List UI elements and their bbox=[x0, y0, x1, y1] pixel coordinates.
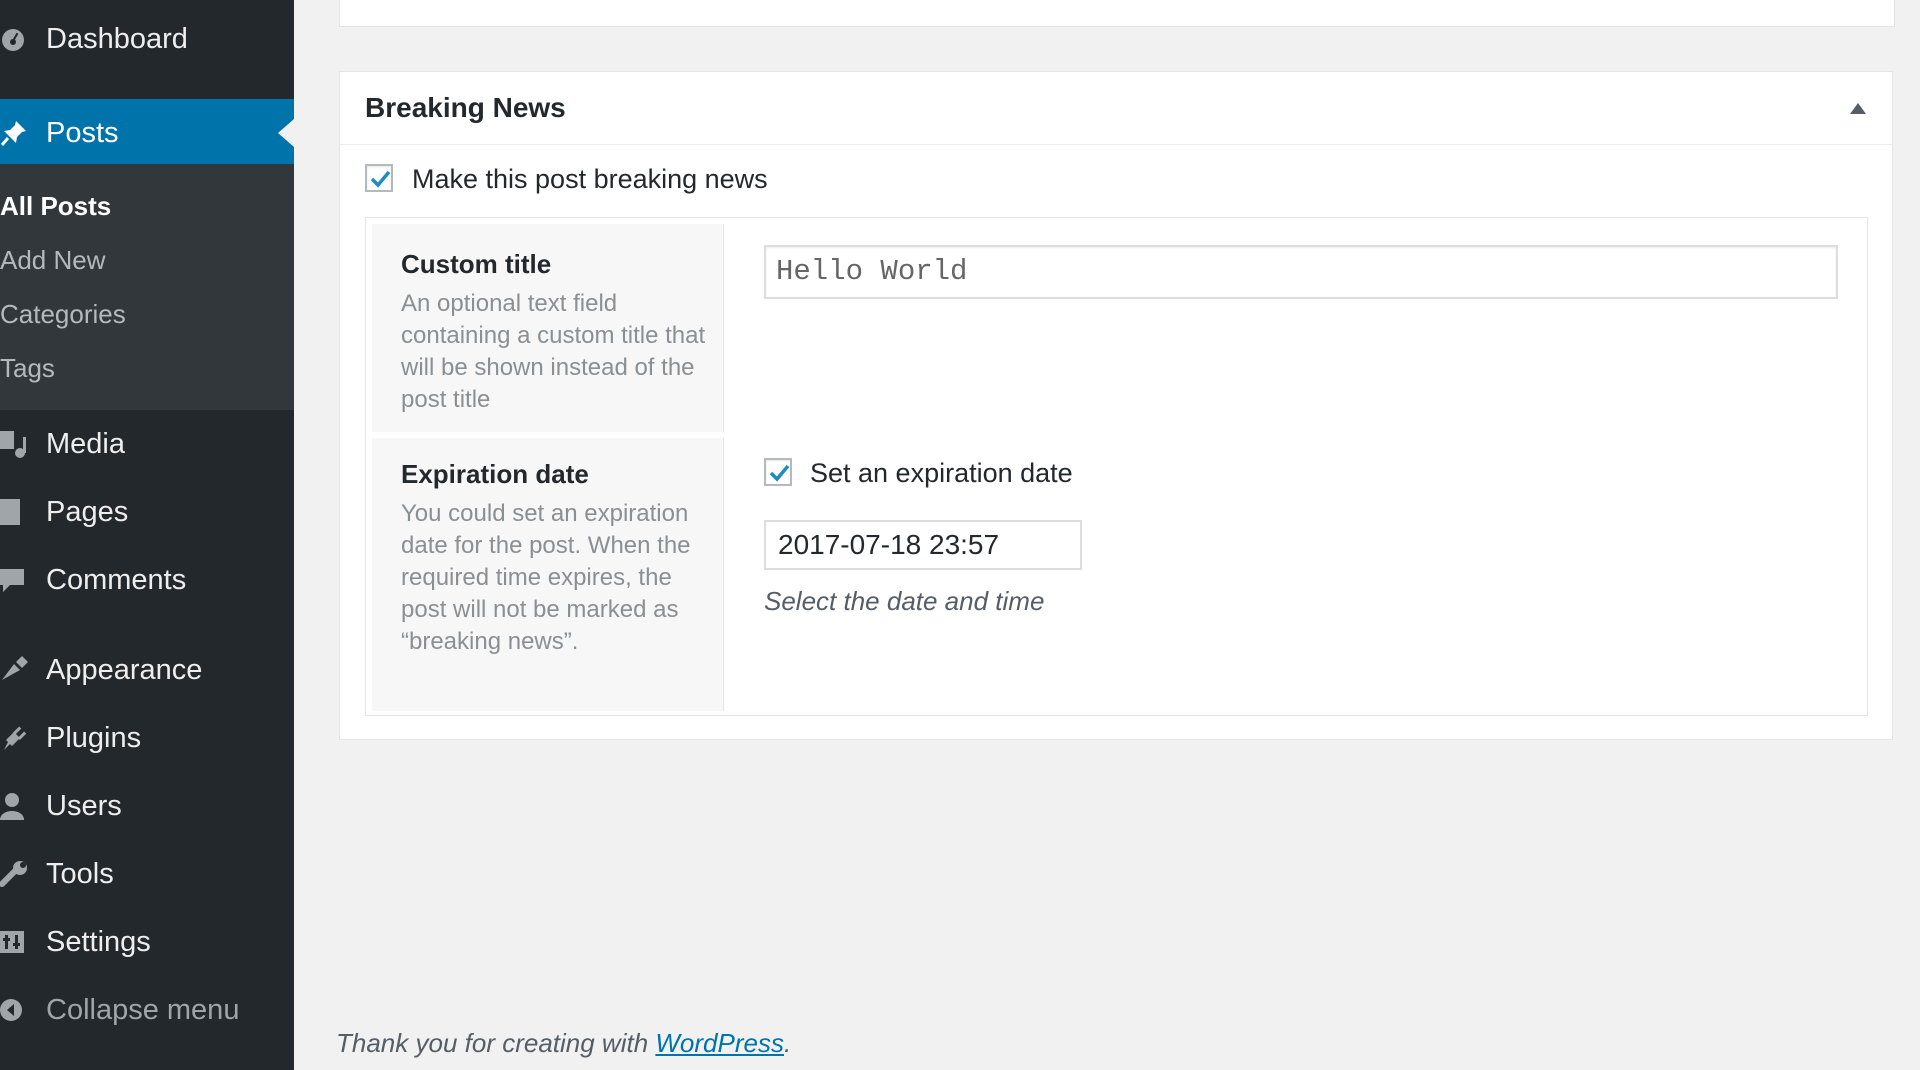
menu-settings[interactable]: Settings bbox=[0, 911, 294, 973]
menu-settings-label: Settings bbox=[46, 925, 151, 958]
fields-table: Custom title An optional text field cont… bbox=[365, 217, 1868, 716]
menu-pages[interactable]: Pages bbox=[0, 481, 294, 543]
menu-dashboard-label: Dashboard bbox=[46, 22, 188, 55]
expiration-date-description: You could set an expiration date for the… bbox=[401, 500, 691, 655]
menu-media[interactable]: Media bbox=[0, 413, 294, 475]
menu-appearance[interactable]: Appearance bbox=[0, 639, 294, 701]
admin-footer: Thank you for creating with WordPress. bbox=[336, 1028, 791, 1059]
breaking-news-checkbox-label[interactable]: Make this post breaking news bbox=[412, 164, 768, 195]
collapse-toggle-icon[interactable] bbox=[1850, 103, 1866, 114]
menu-comments[interactable]: Comments bbox=[0, 549, 294, 611]
collapse-icon bbox=[0, 995, 28, 1025]
footer-text: Thank you for creating with bbox=[336, 1028, 656, 1058]
menu-tools-label: Tools bbox=[46, 857, 114, 890]
pin-icon bbox=[0, 118, 28, 148]
expiration-description-cell: Expiration date You could set an expirat… bbox=[372, 438, 724, 711]
menu-plugins-label: Plugins bbox=[46, 721, 142, 754]
submenu-categories[interactable]: Categories bbox=[0, 299, 126, 330]
custom-title-description-cell: Custom title An optional text field cont… bbox=[372, 224, 724, 432]
user-icon bbox=[0, 791, 28, 821]
posts-submenu: All Posts Add New Categories Tags bbox=[0, 164, 294, 410]
collapse-menu-button[interactable]: Collapse menu bbox=[0, 979, 294, 1041]
metabox-header[interactable]: Breaking News bbox=[340, 72, 1892, 145]
checkmark-icon bbox=[769, 464, 790, 482]
menu-media-label: Media bbox=[46, 427, 125, 460]
brush-icon bbox=[0, 655, 28, 685]
breaking-news-checkbox[interactable] bbox=[365, 164, 393, 192]
menu-appearance-label: Appearance bbox=[46, 653, 203, 686]
checkmark-icon bbox=[370, 170, 391, 188]
expiration-date-hint: Select the date and time bbox=[764, 586, 1045, 616]
submenu-add-new[interactable]: Add New bbox=[0, 245, 106, 276]
previous-metabox bbox=[339, 0, 1895, 27]
page-icon bbox=[0, 497, 28, 527]
comment-icon bbox=[0, 565, 28, 595]
submenu-all-posts[interactable]: All Posts bbox=[0, 191, 111, 222]
menu-users-label: Users bbox=[46, 789, 122, 822]
footer-period: . bbox=[783, 1028, 792, 1058]
expiration-checkbox-label[interactable]: Set an expiration date bbox=[810, 458, 1073, 489]
custom-title-input[interactable]: Hello World bbox=[764, 245, 1838, 299]
settings-icon bbox=[0, 927, 28, 957]
menu-posts-label: Posts bbox=[46, 116, 119, 149]
collapse-menu-label: Collapse menu bbox=[46, 993, 240, 1026]
media-icon bbox=[0, 429, 28, 459]
expiration-checkbox[interactable] bbox=[764, 458, 792, 486]
menu-users[interactable]: Users bbox=[0, 775, 294, 837]
expiration-date-input[interactable]: 2017-07-18 23:57 bbox=[764, 520, 1082, 570]
custom-title-label: Custom title bbox=[401, 249, 552, 279]
menu-dashboard[interactable]: Dashboard bbox=[0, 8, 294, 70]
dashboard-icon bbox=[0, 24, 28, 54]
breaking-news-metabox: Breaking News Make this post breaking ne… bbox=[339, 71, 1893, 740]
custom-title-description: An optional text field containing a cust… bbox=[401, 290, 706, 413]
plug-icon bbox=[0, 723, 28, 753]
wrench-icon bbox=[0, 859, 28, 889]
admin-sidebar: Dashboard Posts All Posts Add New Catego… bbox=[0, 0, 294, 1070]
expiration-date-label: Expiration date bbox=[401, 459, 589, 489]
menu-comments-label: Comments bbox=[46, 563, 187, 596]
menu-posts[interactable]: Posts bbox=[0, 99, 294, 167]
metabox-title: Breaking News bbox=[365, 92, 566, 123]
submenu-tags[interactable]: Tags bbox=[0, 353, 55, 384]
menu-pages-label: Pages bbox=[46, 495, 129, 528]
menu-tools[interactable]: Tools bbox=[0, 843, 294, 905]
wordpress-link[interactable]: WordPress bbox=[655, 1028, 784, 1058]
menu-plugins[interactable]: Plugins bbox=[0, 707, 294, 769]
